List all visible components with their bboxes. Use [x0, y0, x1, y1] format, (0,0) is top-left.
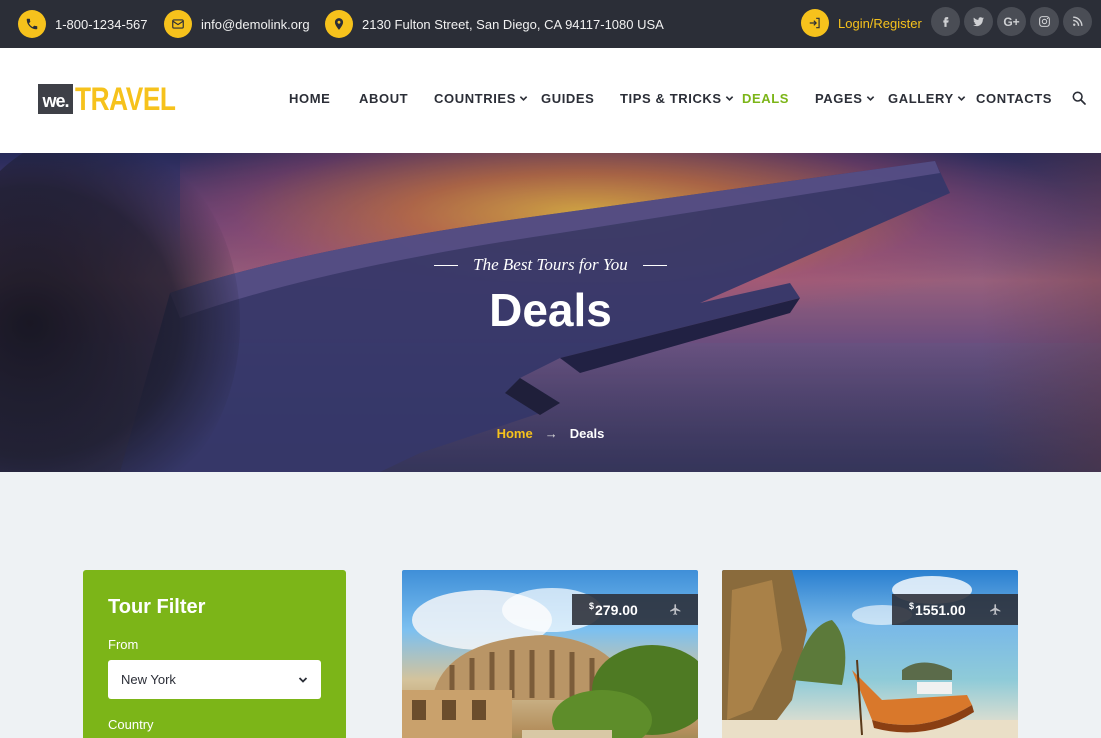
main-header: we. TRAVEL HOME ABOUT COUNTRIES GUIDES T… — [0, 48, 1101, 153]
from-label: From — [108, 637, 139, 652]
chevron-down-icon — [298, 677, 308, 683]
airplane-icon — [990, 604, 1001, 615]
breadcrumb-home-link[interactable]: Home — [497, 426, 533, 441]
phone-contact[interactable]: 1-800-1234-567 — [18, 9, 148, 39]
nav-guides[interactable]: GUIDES — [541, 91, 594, 106]
logo-travel: TRAVEL — [75, 80, 176, 117]
social-links: G+ — [931, 7, 1092, 36]
currency-symbol: $ — [909, 600, 915, 611]
login-register-link[interactable]: Login/Register — [801, 9, 922, 37]
address-text: 2130 Fulton Street, San Diego, CA 94117-… — [362, 16, 664, 32]
mail-icon — [164, 10, 192, 38]
deal-card-thailand[interactable]: $ 1551.00 — [722, 570, 1018, 738]
arrow-right-icon: → — [544, 426, 558, 441]
nav-tips-label: TIPS & TRICKS — [620, 91, 722, 106]
google-plus-icon[interactable]: G+ — [997, 7, 1026, 36]
site-logo[interactable]: we. TRAVEL — [38, 80, 198, 117]
nav-contacts[interactable]: CONTACTS — [976, 91, 1052, 106]
logo-we: we. — [38, 84, 73, 114]
price-value: 279.00 — [595, 601, 638, 618]
instagram-icon[interactable] — [1030, 7, 1059, 36]
breadcrumb: Home → Deals — [0, 426, 1101, 441]
nav-pages-label: PAGES — [815, 91, 863, 106]
price-value: 1551.00 — [915, 601, 966, 618]
from-select[interactable]: New York — [108, 660, 321, 699]
chevron-down-icon — [957, 96, 966, 101]
hero-banner: The Best Tours for You Deals Home → Deal… — [0, 153, 1101, 472]
rss-icon[interactable] — [1063, 7, 1092, 36]
chevron-down-icon — [866, 96, 874, 101]
hero-subtitle: The Best Tours for You — [473, 255, 628, 274]
nav-countries[interactable]: COUNTRIES — [434, 91, 528, 106]
breadcrumb-current: Deals — [569, 426, 605, 441]
nav-gallery-label: GALLERY — [888, 91, 954, 106]
from-select-value: New York — [121, 672, 176, 687]
country-label: Country — [108, 717, 154, 732]
currency-symbol: $ — [589, 600, 595, 611]
login-icon — [801, 9, 829, 37]
email-contact[interactable]: info@demolink.org — [164, 9, 310, 39]
tour-filter-panel: Tour Filter From New York Country — [83, 570, 346, 738]
address-contact: 2130 Fulton Street, San Diego, CA 94117-… — [325, 9, 664, 39]
hero-subtitle-row: The Best Tours for You — [0, 255, 1101, 275]
top-bar: 1-800-1234-567 info@demolink.org 2130 Fu… — [0, 0, 1101, 48]
nav-countries-label: COUNTRIES — [434, 91, 516, 106]
twitter-icon[interactable] — [964, 7, 993, 36]
airplane-icon — [670, 604, 681, 615]
price-tag: $ 1551.00 — [892, 594, 1018, 625]
filter-title: Tour Filter — [108, 596, 206, 618]
chevron-down-icon — [725, 96, 733, 101]
nav-tips-tricks[interactable]: TIPS & TRICKS — [620, 91, 734, 106]
location-pin-icon — [325, 10, 353, 38]
divider-line — [434, 264, 459, 266]
nav-pages[interactable]: PAGES — [815, 91, 875, 106]
login-label: Login/Register — [838, 15, 922, 31]
deal-card-rome[interactable]: $ 279.00 — [402, 570, 698, 738]
chevron-down-icon — [519, 96, 528, 101]
price-tag: $ 279.00 — [572, 594, 698, 625]
divider-line — [642, 264, 667, 266]
page-title: Deals — [489, 284, 612, 336]
email-address: info@demolink.org — [201, 16, 310, 32]
nav-gallery[interactable]: GALLERY — [888, 91, 966, 106]
phone-number: 1-800-1234-567 — [55, 16, 148, 32]
nav-about[interactable]: ABOUT — [359, 91, 408, 106]
nav-home[interactable]: HOME — [289, 91, 330, 106]
search-icon[interactable] — [1071, 90, 1087, 106]
nav-deals[interactable]: DEALS — [742, 91, 789, 106]
facebook-icon[interactable] — [931, 7, 960, 36]
phone-icon — [18, 10, 46, 38]
